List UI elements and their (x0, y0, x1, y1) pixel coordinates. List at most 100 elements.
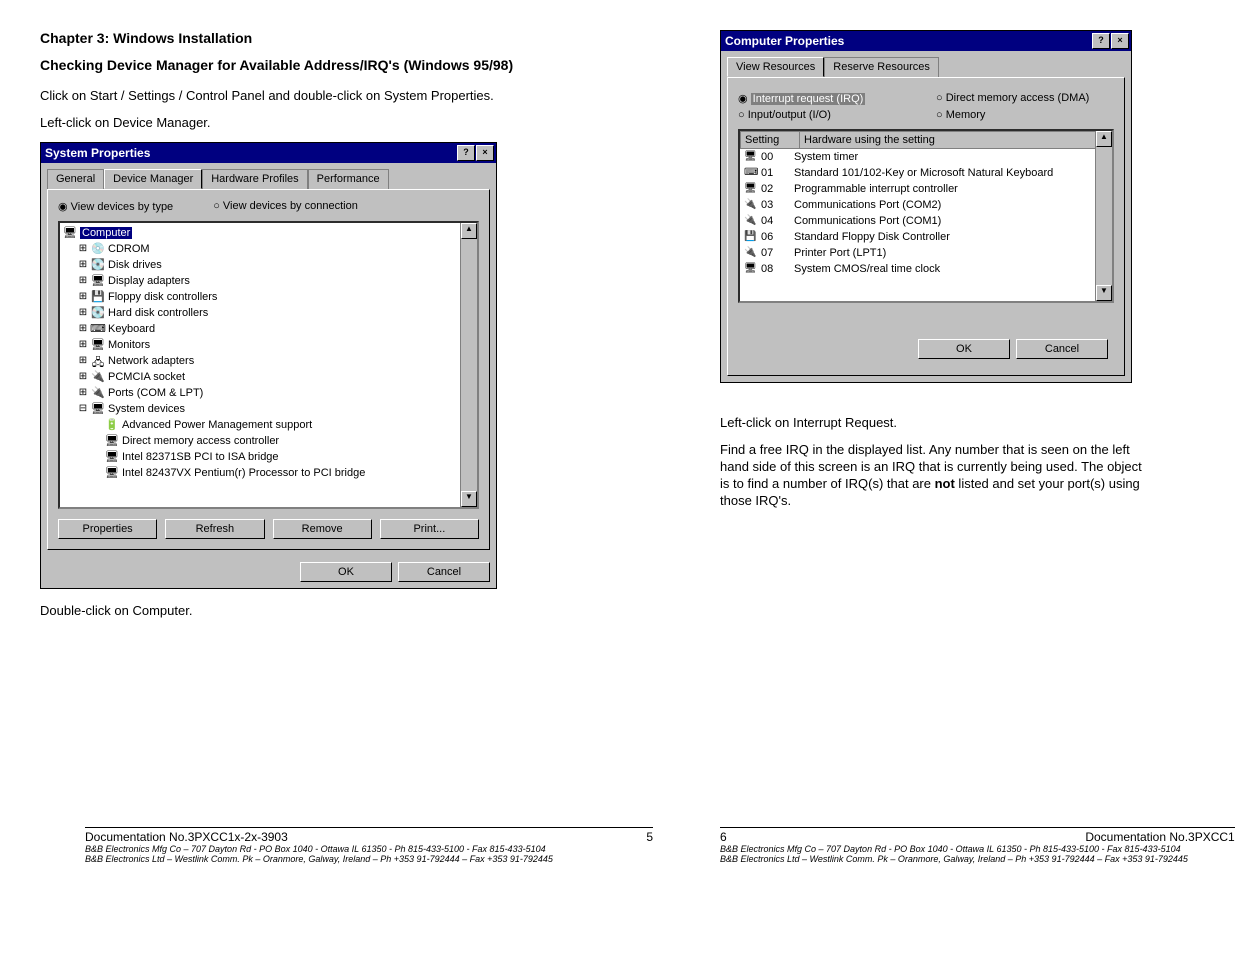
hw-val: Programmable interrupt controller (794, 183, 1112, 195)
col-setting[interactable]: Setting (741, 132, 800, 148)
setting-val: 06 (761, 231, 773, 243)
list-row[interactable]: ⌨01Standard 101/102-Key or Microsoft Nat… (740, 165, 1112, 181)
radio-dma[interactable]: ○ Direct memory access (DMA) (936, 92, 1114, 105)
radio-view-by-type[interactable]: ◉ View devices by type (58, 200, 173, 213)
tab-view-resources[interactable]: View Resources (727, 57, 824, 77)
device-icon: 💾 (744, 231, 758, 243)
list-row[interactable]: 🔌04Communications Port (COM1) (740, 213, 1112, 229)
refresh-button[interactable]: Refresh (165, 519, 264, 539)
list-row[interactable]: 💾06 Standard Floppy Disk Controller (740, 229, 1112, 245)
list-row[interactable]: 🔌03Communications Port (COM2) (740, 197, 1112, 213)
setting-val: 04 (761, 215, 773, 227)
scroll-up-icon[interactable]: ▲ (1096, 131, 1112, 147)
radio-irq[interactable]: ◉ Interrupt request (IRQ) (738, 92, 916, 105)
help-icon[interactable]: ? (1092, 33, 1110, 49)
tab-hardware-profiles[interactable]: Hardware Profiles (202, 169, 307, 189)
instruction-2: Left-click on Device Manager. (40, 115, 578, 132)
radio-mem-label: Memory (946, 109, 986, 121)
scroll-up-icon[interactable]: ▲ (461, 223, 477, 239)
list-row[interactable]: 🖥02Programmable interrupt controller (740, 181, 1112, 197)
keyboard-icon: ⌨ (90, 322, 106, 336)
radio-dma-label: Direct memory access (DMA) (946, 92, 1090, 104)
tree-monitors[interactable]: Monitors (108, 339, 150, 351)
hw-val: Printer Port (LPT1) (794, 247, 1112, 259)
tab-device-manager[interactable]: Device Manager (104, 169, 202, 189)
hw-val: Communications Port (COM1) (794, 215, 1112, 227)
tree-apm[interactable]: Advanced Power Management support (122, 419, 312, 431)
cancel-button[interactable]: Cancel (398, 562, 490, 582)
hw-val: Standard 101/102-Key or Microsoft Natura… (794, 167, 1112, 179)
tree-dma[interactable]: Direct memory access controller (122, 435, 279, 447)
tree-scrollbar[interactable]: ▲ ▼ (460, 223, 477, 507)
tree-disk[interactable]: Disk drives (108, 259, 162, 271)
system-icon: 🖥 (90, 402, 106, 416)
hw-val: System timer (794, 151, 1112, 163)
footer-right: 6 Documentation No.3PXCC1x-2x-3903 B&B E… (720, 825, 1235, 864)
window-title: Computer Properties (725, 34, 844, 48)
ok-button[interactable]: OK (300, 562, 392, 582)
tree-computer[interactable]: Computer (80, 227, 132, 239)
setting-val: 03 (761, 199, 773, 211)
setting-val: 08 (761, 263, 773, 275)
resource-list[interactable]: Setting Hardware using the setting 🖥00Sy… (738, 129, 1114, 303)
scroll-down-icon[interactable]: ▼ (461, 491, 477, 507)
tree-cdrom[interactable]: CDROM (108, 243, 150, 255)
help-icon[interactable]: ? (457, 145, 475, 161)
tab-performance[interactable]: Performance (308, 169, 389, 189)
tab-general[interactable]: General (47, 169, 104, 189)
close-icon[interactable]: × (476, 145, 494, 161)
properties-button[interactable]: Properties (58, 519, 157, 539)
tab-row: General Device Manager Hardware Profiles… (41, 163, 496, 189)
list-scrollbar[interactable]: ▲ ▼ (1095, 131, 1112, 301)
tree-hdd[interactable]: Hard disk controllers (108, 307, 208, 319)
isa-icon: 🖥 (104, 450, 120, 464)
tree-isa[interactable]: Intel 82371SB PCI to ISA bridge (122, 451, 279, 463)
device-icon: 🔌 (744, 199, 758, 211)
display-icon: 🖥 (90, 274, 106, 288)
doc-number: Documentation No.3PXCC1x-2x-3903 (1085, 830, 1235, 844)
tree-display[interactable]: Display adapters (108, 275, 190, 287)
radio-view-by-connection[interactable]: ○ View devices by connection (213, 200, 358, 213)
device-icon: 🖥 (744, 183, 758, 195)
col-hardware[interactable]: Hardware using the setting (800, 132, 1111, 148)
tree-network[interactable]: Network adapters (108, 355, 194, 367)
tree-pci[interactable]: Intel 82437VX Pentium(r) Processor to PC… (122, 467, 365, 479)
instruction-r1: Left-click on Interrupt Request. (720, 415, 1150, 432)
ok-button[interactable]: OK (918, 339, 1010, 359)
list-row[interactable]: 🔌07Printer Port (LPT1) (740, 245, 1112, 261)
window-title: System Properties (45, 146, 150, 160)
page-number: 5 (646, 830, 653, 844)
list-row[interactable]: 🖥08System CMOS/real time clock (740, 261, 1112, 277)
list-row[interactable]: 🖥00System timer (740, 149, 1112, 165)
pci-icon: 🖥 (104, 466, 120, 480)
radio-mem[interactable]: ○ Memory (936, 109, 1114, 121)
hdd-icon: 💽 (90, 306, 106, 320)
system-properties-window: System Properties ? × General Device Man… (40, 142, 497, 589)
tree-ports[interactable]: Ports (COM & LPT) (108, 387, 203, 399)
instruction-1: Click on Start / Settings / Control Pane… (40, 88, 578, 105)
radio-io[interactable]: ○ Input/output (I/O) (738, 109, 916, 121)
bold-not: not (935, 476, 955, 491)
close-icon[interactable]: × (1111, 33, 1129, 49)
footer-left: Documentation No.3PXCC1x-2x-3903 5 B&B E… (85, 825, 653, 864)
dma-icon: 🖥 (104, 434, 120, 448)
footer-address-2: B&B Electronics Ltd – Westlink Comm. Pk … (85, 854, 653, 864)
computer-properties-window: Computer Properties ? × View Resources R… (720, 30, 1132, 383)
device-tree[interactable]: 🖥Computer ⊞💿CDROM ⊞💽Disk drives ⊞🖥Displa… (58, 221, 479, 509)
cancel-button[interactable]: Cancel (1016, 339, 1108, 359)
remove-button[interactable]: Remove (273, 519, 372, 539)
device-icon: 🖥 (744, 263, 758, 275)
tree-keyboard[interactable]: Keyboard (108, 323, 155, 335)
hw-val: Standard Floppy Disk Controller (794, 231, 1112, 243)
footer-address-2: B&B Electronics Ltd – Westlink Comm. Pk … (720, 854, 1235, 864)
radio-irq-label: Interrupt request (IRQ) (751, 93, 866, 105)
tree-system[interactable]: System devices (108, 403, 185, 415)
instruction-r2: Find a free IRQ in the displayed list. A… (720, 442, 1150, 510)
scroll-down-icon[interactable]: ▼ (1096, 285, 1112, 301)
pcmcia-icon: 🔌 (90, 370, 106, 384)
tree-pcmcia[interactable]: PCMCIA socket (108, 371, 185, 383)
print-button[interactable]: Print... (380, 519, 479, 539)
tree-floppy[interactable]: Floppy disk controllers (108, 291, 217, 303)
tab-reserve-resources[interactable]: Reserve Resources (824, 57, 939, 77)
footer-address-1: B&B Electronics Mfg Co – 707 Dayton Rd -… (720, 844, 1235, 854)
